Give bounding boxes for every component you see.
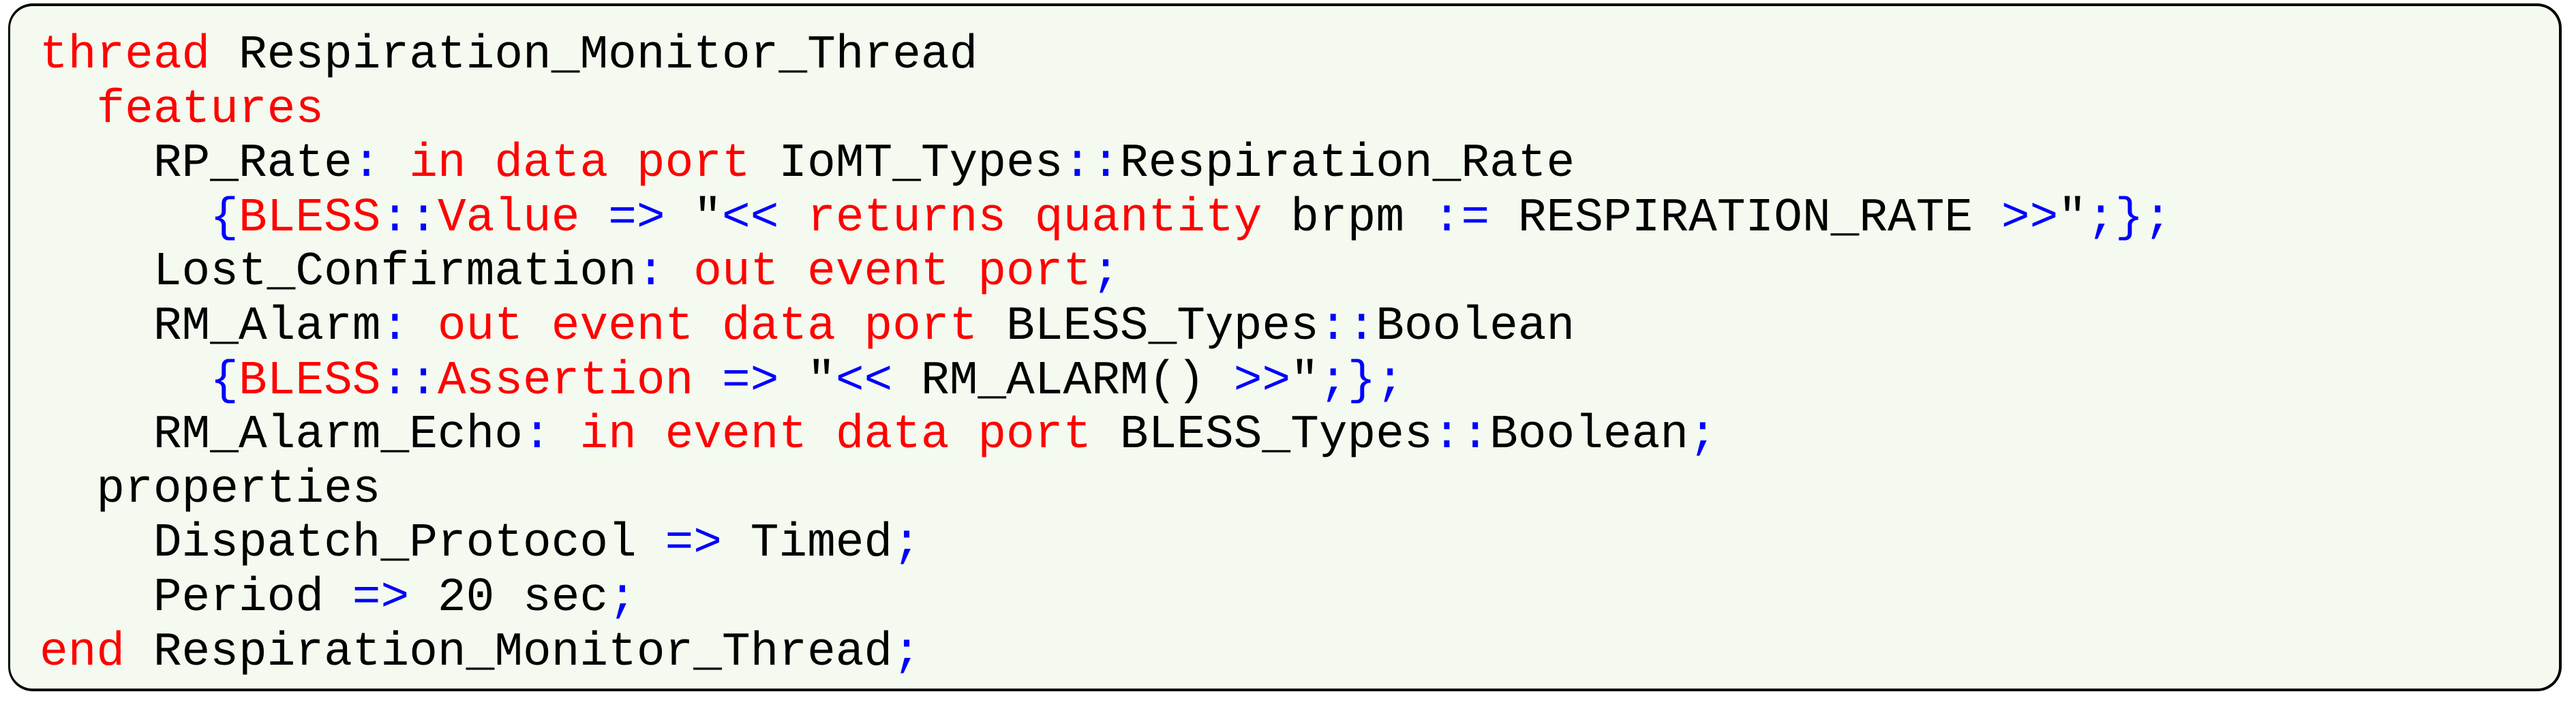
code-line: Dispatch_Protocol => Timed; — [40, 516, 2172, 571]
symbol-token: : — [380, 299, 410, 353]
keyword-token: out event data port — [437, 299, 978, 353]
symbol-token: ;}; — [1318, 353, 1405, 408]
identifier-token — [40, 354, 210, 408]
symbol-token: :: — [1318, 299, 1376, 353]
keyword-token: Value — [437, 190, 580, 245]
identifier-token — [778, 191, 807, 245]
identifier-token: RM_ALARM() — [892, 353, 1234, 408]
code-listing: thread Respiration_Monitor_Thread featur… — [40, 28, 2172, 679]
identifier-token: " — [778, 353, 836, 408]
identifier-token: brpm — [1262, 190, 1433, 245]
identifier-token: Boolean — [1489, 408, 1689, 462]
symbol-token: << — [835, 353, 893, 408]
symbol-token: => — [722, 353, 779, 408]
identifier-token — [693, 354, 722, 408]
code-line: {BLESS::Value => "<< returns quantity br… — [40, 191, 2172, 245]
symbol-token: :: — [1063, 136, 1120, 191]
identifier-token: Lost_Confirmation — [40, 245, 637, 299]
identifier-token: BLESS_Types — [978, 299, 1319, 353]
keyword-token: in data port — [409, 136, 751, 191]
code-line: RP_Rate: in data port IoMT_Types::Respir… — [40, 136, 2172, 191]
symbol-token: >> — [1233, 353, 1291, 408]
identifier-token: Respiration_Monitor_Thread — [125, 624, 893, 679]
identifier-token: Timed — [721, 516, 893, 571]
symbol-token: : — [523, 408, 551, 462]
symbol-token: : — [352, 136, 381, 191]
code-line: properties — [40, 462, 2172, 517]
code-line: RM_Alarm_Echo: in event data port BLESS_… — [40, 408, 2172, 462]
code-line: RM_Alarm: out event data port BLESS_Type… — [40, 299, 2172, 354]
symbol-token: => — [608, 190, 665, 245]
identifier-token: Period — [40, 570, 352, 624]
symbol-token: ;}; — [2087, 190, 2172, 245]
symbol-token: ; — [892, 624, 921, 679]
keyword-token: Assertion — [437, 353, 694, 408]
identifier-token — [579, 191, 608, 245]
keyword-token: end — [40, 624, 125, 679]
identifier-token: RM_Alarm_Echo — [40, 408, 524, 462]
code-listing-box: thread Respiration_Monitor_Thread featur… — [8, 3, 2562, 691]
symbol-token: ; — [1688, 408, 1717, 462]
symbol-token: => — [352, 570, 410, 624]
keyword-token: BLESS — [238, 190, 381, 245]
identifier-token: Respiration_Monitor_Thread — [210, 28, 978, 82]
identifier-token: BLESS_Types — [1091, 408, 1433, 462]
identifier-token: RM_Alarm — [40, 299, 381, 353]
identifier-token: RESPIRATION_RATE — [1489, 190, 2001, 245]
code-line: Lost_Confirmation: out event port; — [40, 245, 2172, 299]
keyword-token: in event data port — [579, 408, 1092, 462]
identifier-token: " — [2058, 190, 2087, 245]
symbol-token: ; — [1091, 245, 1120, 299]
identifier-token: " — [1290, 353, 1319, 408]
symbol-token: << — [722, 190, 779, 245]
symbol-token: := — [1432, 190, 1490, 245]
code-line: thread Respiration_Monitor_Thread — [40, 28, 2172, 82]
identifier-token — [551, 408, 580, 462]
identifier-token — [381, 136, 410, 190]
identifier-token — [665, 245, 694, 299]
keyword-token: BLESS — [238, 353, 381, 408]
identifier-token: IoMT_Types — [750, 136, 1063, 191]
code-line: end Respiration_Monitor_Thread; — [40, 625, 2172, 680]
symbol-token: ; — [608, 570, 637, 624]
identifier-token: properties — [40, 462, 381, 516]
symbol-token: { — [210, 353, 239, 408]
code-line: {BLESS::Assertion => "<< RM_ALARM() >>";… — [40, 354, 2172, 408]
keyword-token: returns quantity — [807, 190, 1262, 245]
symbol-token: >> — [2001, 190, 2059, 245]
symbol-token: :: — [380, 353, 438, 408]
symbol-token: => — [665, 516, 722, 571]
keyword-token: out event port — [693, 245, 1092, 299]
identifier-token — [409, 299, 438, 353]
identifier-token: Respiration_Rate — [1119, 136, 1575, 191]
identifier-token: Dispatch_Protocol — [40, 516, 665, 571]
identifier-token: " — [665, 190, 723, 245]
identifier-token: Boolean — [1376, 299, 1575, 353]
keyword-token: thread — [40, 28, 211, 82]
identifier-token: 20 sec — [409, 570, 609, 624]
keyword-token: features — [96, 82, 324, 136]
symbol-token: { — [210, 190, 239, 245]
identifier-token — [40, 82, 96, 136]
symbol-token: ; — [892, 516, 921, 571]
code-line: Period => 20 sec; — [40, 571, 2172, 625]
code-line: features — [40, 82, 2172, 137]
symbol-token: :: — [1432, 408, 1490, 462]
identifier-token — [40, 191, 210, 245]
symbol-token: :: — [380, 190, 438, 245]
symbol-token: : — [636, 245, 665, 299]
identifier-token: RP_Rate — [40, 136, 352, 191]
